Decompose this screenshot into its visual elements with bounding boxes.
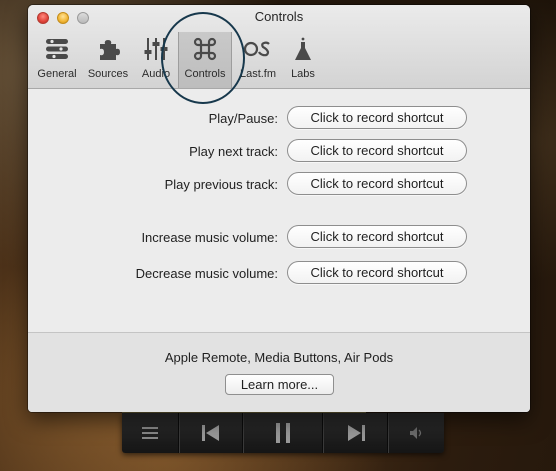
remote-footer: Apple Remote, Media Buttons, Air Pods Le… <box>28 332 530 412</box>
shortcut-row-volume-down: Decrease music volume: Click to record s… <box>28 261 530 287</box>
tab-label: Controls <box>184 68 226 80</box>
previous-track-button[interactable] <box>180 413 243 453</box>
record-shortcut-button[interactable]: Click to record shortcut <box>287 225 467 248</box>
shortcut-label: Play next track: <box>189 144 278 159</box>
command-key-icon <box>193 37 217 61</box>
preferences-window: Controls General Sources Audio Controls … <box>28 5 530 412</box>
record-shortcut-button[interactable]: Click to record shortcut <box>287 139 467 162</box>
title-bar: Controls General Sources Audio Controls … <box>28 5 530 89</box>
menu-icon <box>142 427 158 439</box>
record-shortcut-button[interactable]: Click to record shortcut <box>287 106 467 129</box>
tab-sources[interactable]: Sources <box>83 32 133 88</box>
equalizer-icon <box>144 38 168 60</box>
puzzle-piece-icon <box>100 40 120 60</box>
learn-more-button[interactable]: Learn more... <box>225 374 334 395</box>
tab-label: Labs <box>291 68 315 80</box>
tab-label: General <box>37 68 77 80</box>
tab-label: Audio <box>141 68 171 80</box>
tab-controls[interactable]: Controls <box>178 32 232 88</box>
lastfm-icon <box>243 41 270 57</box>
player-control-bar <box>122 413 444 453</box>
pause-button[interactable] <box>244 413 323 453</box>
volume-icon <box>409 427 421 439</box>
record-shortcut-button[interactable]: Click to record shortcut <box>287 172 467 195</box>
previous-track-icon <box>202 425 219 441</box>
remote-description: Apple Remote, Media Buttons, Air Pods <box>164 350 394 365</box>
volume-button[interactable] <box>389 413 444 453</box>
next-track-button[interactable] <box>324 413 388 453</box>
pause-icon <box>276 423 290 443</box>
tab-audio[interactable]: Audio <box>136 32 176 88</box>
shortcut-label: Decrease music volume: <box>135 266 278 281</box>
shortcut-row-volume-up: Increase music volume: Click to record s… <box>28 225 530 251</box>
tab-general[interactable]: General <box>35 32 79 88</box>
tab-labs[interactable]: Labs <box>286 32 320 88</box>
shortcut-label: Increase music volume: <box>141 230 278 245</box>
window-title: Controls <box>254 9 304 24</box>
shortcut-row-play-pause: Play/Pause: Click to record shortcut <box>28 106 530 132</box>
menu-button[interactable] <box>122 413 179 453</box>
record-shortcut-button[interactable]: Click to record shortcut <box>287 261 467 284</box>
sliders-stack-icon <box>46 39 68 59</box>
tab-lastfm[interactable]: Last.fm <box>235 32 281 88</box>
shortcut-label: Play previous track: <box>164 177 278 192</box>
shortcut-row-previous-track: Play previous track: Click to record sho… <box>28 172 530 198</box>
flask-icon <box>295 37 311 60</box>
tab-label: Last.fm <box>239 68 277 80</box>
next-track-icon <box>347 425 365 441</box>
shortcut-label: Play/Pause: <box>208 111 278 126</box>
shortcut-row-next-track: Play next track: Click to record shortcu… <box>28 139 530 165</box>
tab-label: Sources <box>87 68 129 80</box>
